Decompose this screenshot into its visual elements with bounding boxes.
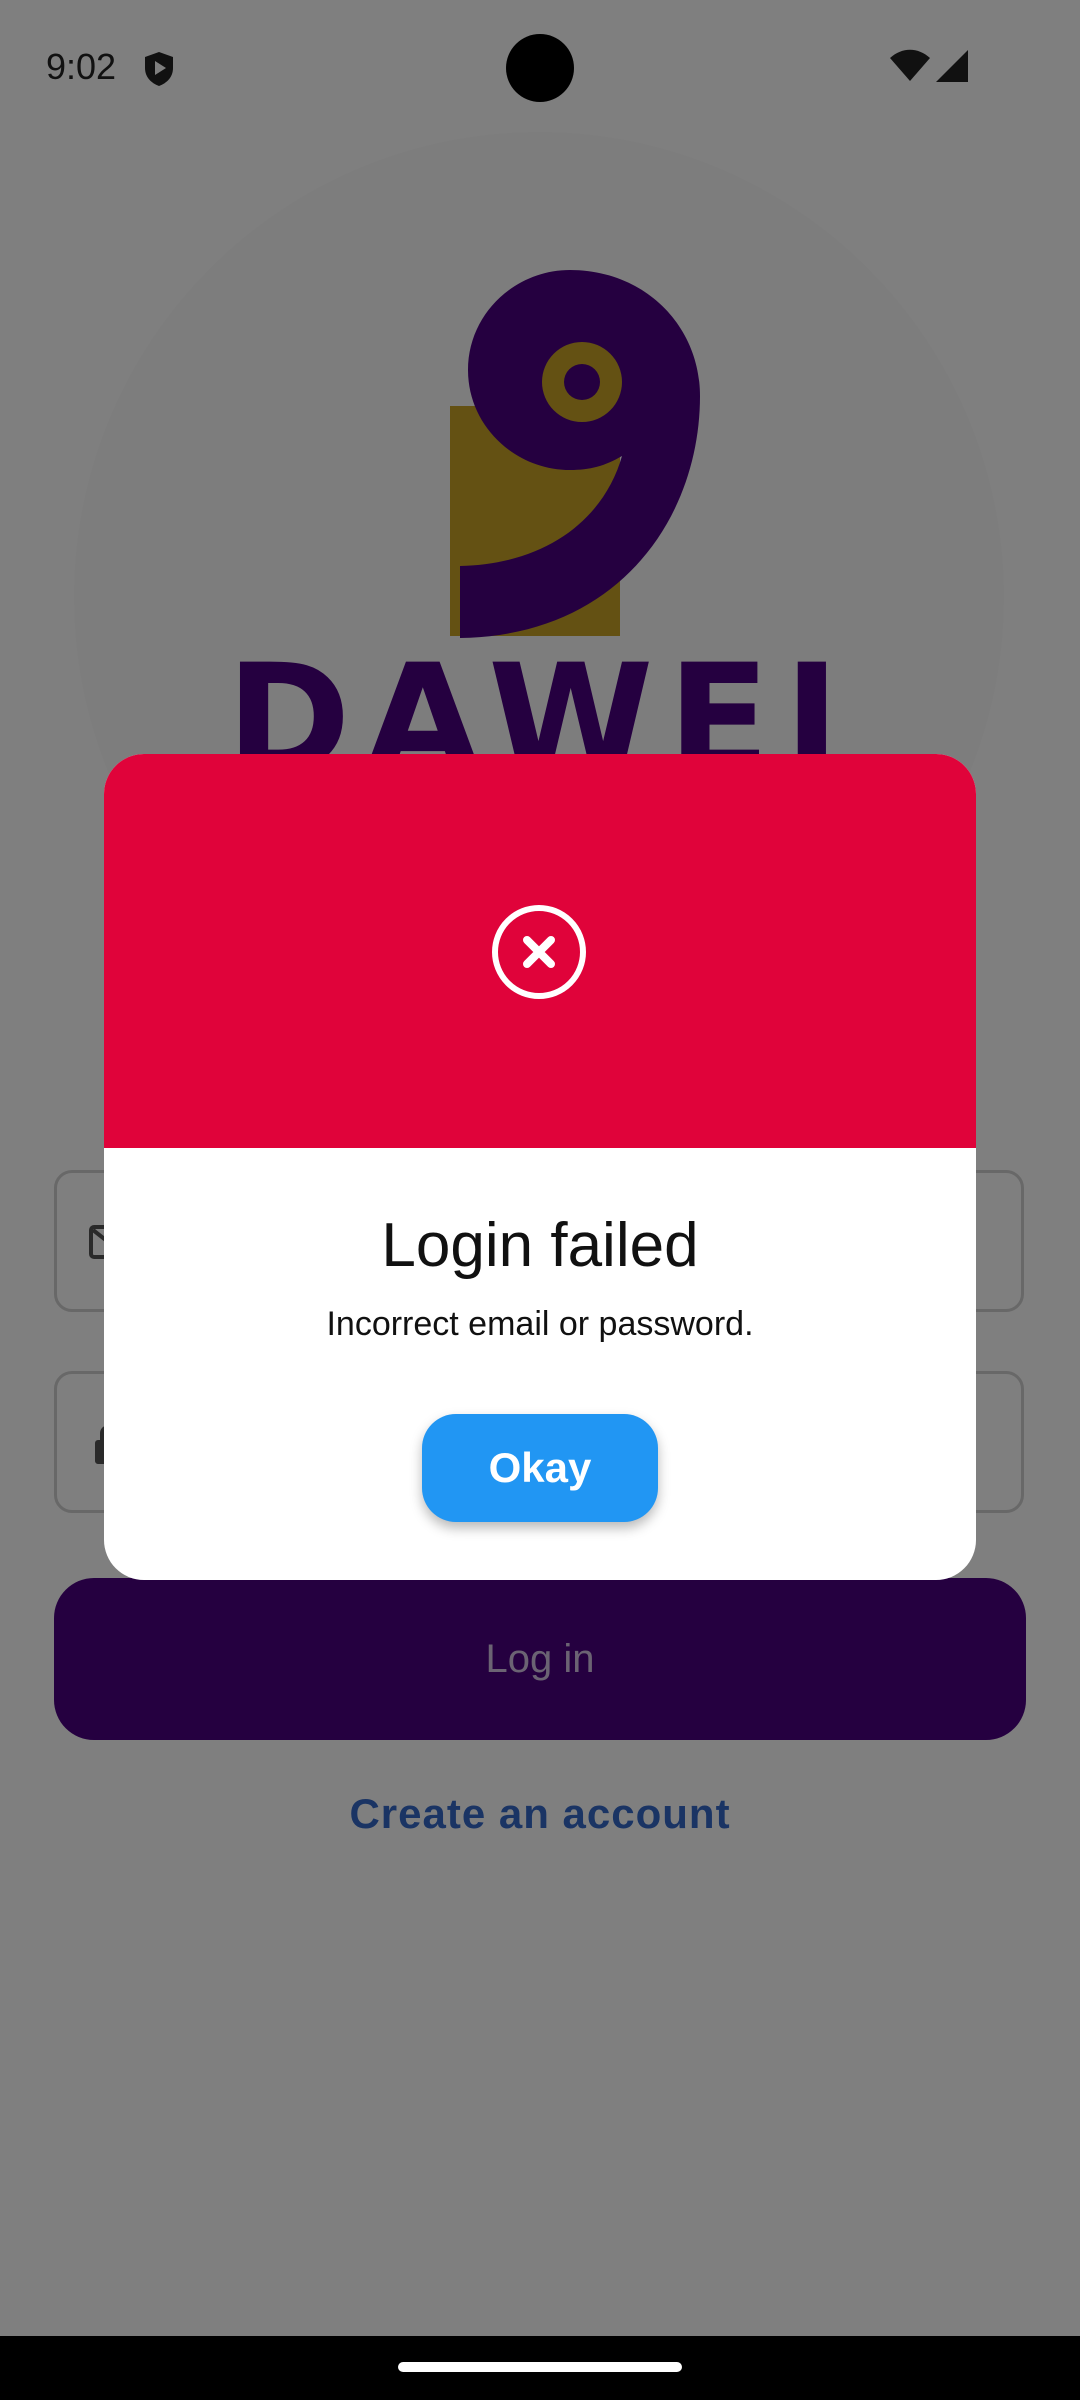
dialog-header	[104, 754, 976, 1148]
okay-button[interactable]: Okay	[422, 1414, 658, 1522]
error-close-icon	[492, 905, 586, 999]
dialog-message: Incorrect email or password.	[326, 1305, 754, 1343]
login-failed-dialog: Login failed Incorrect email or password…	[104, 754, 976, 1580]
home-gesture-handle[interactable]	[398, 2362, 682, 2372]
dialog-title: Login failed	[381, 1211, 699, 1280]
